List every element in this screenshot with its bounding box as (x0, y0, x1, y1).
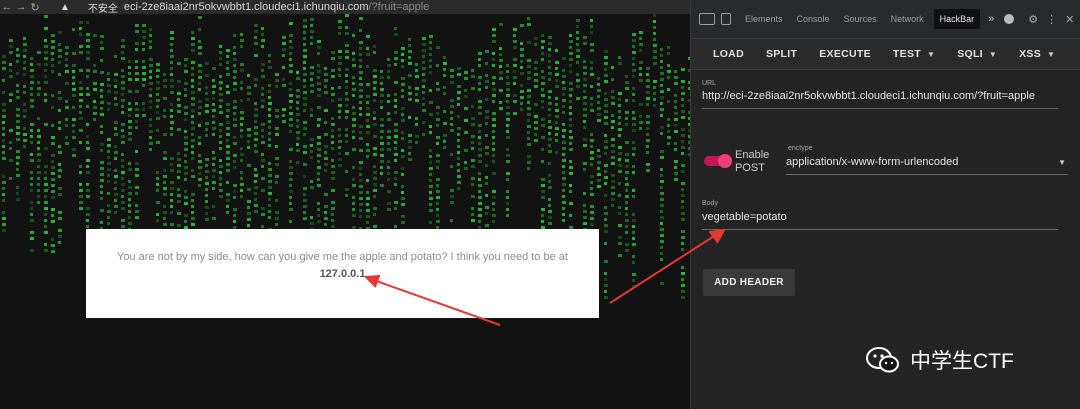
xss-label: XSS (1019, 48, 1042, 60)
device-icon[interactable] (721, 13, 731, 25)
xss-menu-button[interactable]: XSS ▼ (1019, 48, 1055, 60)
ip-text: 127.0.0.1 (319, 268, 366, 280)
close-icon[interactable]: ✕ (1065, 13, 1074, 26)
url-host: eci-2ze8iaai2nr5okvwbbt1.cloudeci1.ichun… (123, 1, 369, 13)
extension-icon[interactable] (1004, 14, 1015, 24)
message-box: You are not by my side, how can you give… (86, 229, 599, 318)
caret-down-icon: ▼ (1047, 49, 1056, 59)
browser-address-bar: ← → ↻ ▲ 不安全 eci-2ze8iaai2nr5okvwbbt1.clo… (0, 0, 690, 15)
caret-down-icon: ▼ (926, 49, 936, 59)
split-button[interactable]: SPLIT (766, 48, 797, 60)
warning-icon: ▲ (60, 1, 70, 13)
test-menu-button[interactable]: TEST ▼ (893, 48, 935, 60)
url-label: URL (702, 80, 717, 87)
tab-network[interactable]: Network (891, 14, 924, 24)
chevron-down-icon: ▼ (1058, 158, 1066, 167)
security-label[interactable]: 不安全 (88, 0, 118, 15)
devtools-tab-bar: Elements Console Sources Network HackBar… (691, 0, 1080, 39)
execute-button[interactable]: EXECUTE (819, 48, 871, 60)
back-arrow-icon[interactable]: ← (0, 1, 14, 13)
address-url[interactable]: eci-2ze8iaai2nr5okvwbbt1.cloudeci1.ichun… (124, 1, 429, 13)
sqli-menu-button[interactable]: SQLI ▼ (957, 48, 997, 60)
enable-post-label: Enable POST (735, 149, 770, 174)
add-header-button[interactable]: ADD HEADER (703, 269, 795, 296)
body-label: Body (702, 200, 718, 207)
more-vert-icon[interactable]: ⋮ (1046, 13, 1057, 26)
message-text: You are not by my side, how can you give… (117, 251, 568, 263)
sqli-label: SQLI (957, 48, 983, 60)
tab-console[interactable]: Console (797, 14, 830, 24)
forward-arrow-icon[interactable]: → (14, 1, 28, 13)
test-label: TEST (892, 48, 921, 60)
url-query: /?fruit=apple (368, 1, 430, 13)
execute-label: EXECUTE (819, 48, 871, 60)
url-input[interactable]: http://eci-2ze8iaai2nr5okvwbbt1.cloudeci… (702, 90, 1058, 109)
toggle-knob (718, 154, 732, 168)
enctype-select[interactable]: application/x-www-form-urlencoded ▼ (786, 156, 1068, 175)
inspect-icon[interactable] (699, 13, 715, 25)
body-input[interactable]: vegetable=potato (702, 211, 1058, 230)
watermark-text: 中学生CTF (910, 350, 1014, 373)
watermark: 中学生CTF (866, 345, 1014, 375)
web-page: You are not by my side, how can you give… (0, 14, 690, 409)
enctype-value: application/x-www-form-urlencoded (786, 156, 959, 168)
tab-elements[interactable]: Elements (745, 14, 783, 24)
more-tabs-icon[interactable]: » (988, 13, 994, 25)
enable-post-toggle[interactable] (704, 154, 732, 168)
tab-hackbar[interactable]: HackBar (933, 9, 981, 29)
load-label: LOAD (713, 48, 744, 60)
enctype-label: enctype (788, 145, 813, 152)
reload-icon[interactable]: ↻ (28, 1, 42, 14)
split-label: SPLIT (765, 48, 798, 60)
caret-down-icon: ▼ (988, 49, 998, 59)
gear-icon[interactable]: ⚙ (1028, 13, 1038, 26)
wechat-icon (866, 347, 899, 373)
tab-sources[interactable]: Sources (844, 14, 877, 24)
hackbar-toolbar: LOAD SPLIT EXECUTE TEST ▼ SQLI ▼ XSS ▼ (691, 39, 1080, 70)
load-button[interactable]: LOAD (713, 48, 744, 60)
